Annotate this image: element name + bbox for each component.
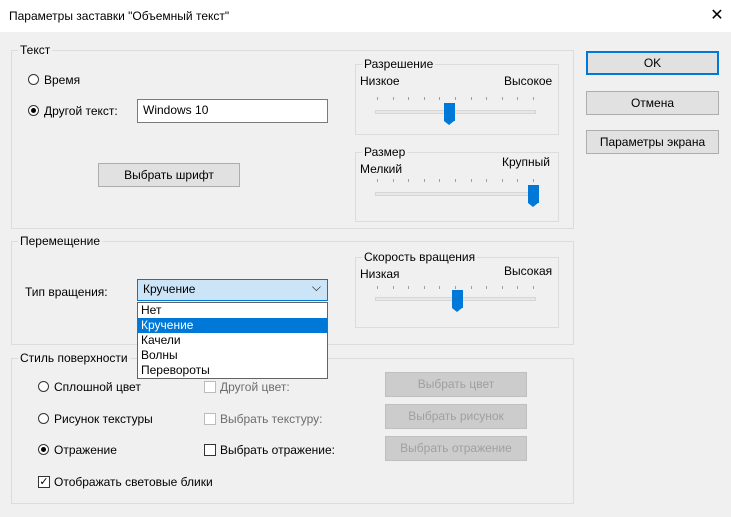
resolution-label: Разрешение — [362, 57, 436, 71]
radio-texture[interactable] — [38, 413, 49, 424]
radio-reflection-label: Отражение — [54, 443, 117, 457]
rotation-option[interactable]: Качели — [138, 333, 327, 348]
slider-tick — [377, 179, 378, 182]
resolution-ticks — [377, 97, 534, 101]
slider-tick — [408, 179, 409, 182]
speed-slider-thumb[interactable] — [452, 290, 463, 312]
slider-tick — [424, 286, 425, 289]
size-track — [375, 192, 536, 196]
choose-picture-button[interactable]: Выбрать рисунок — [385, 404, 527, 429]
slider-tick — [517, 286, 518, 289]
choose-reflection-label: Выбрать отражение: — [220, 443, 335, 457]
surface-group-label: Стиль поверхности — [18, 351, 130, 365]
rotation-option[interactable]: Перевороты — [138, 363, 327, 378]
radio-time[interactable] — [28, 74, 39, 85]
slider-tick — [393, 286, 394, 289]
choose-color-button[interactable]: Выбрать цвет — [385, 372, 527, 397]
resolution-track — [375, 110, 536, 114]
slider-tick — [533, 97, 534, 100]
choose-reflection-button[interactable]: Выбрать отражение — [385, 436, 527, 461]
slider-tick — [455, 179, 456, 182]
resolution-high-label: Высокое — [504, 74, 553, 88]
slider-tick — [471, 286, 472, 289]
slider-tick — [393, 179, 394, 182]
display-settings-button[interactable]: Параметры экрана — [586, 130, 719, 154]
highlights-checkbox[interactable]: ✓ — [38, 476, 50, 488]
other-text-field[interactable]: Windows 10 — [137, 99, 328, 123]
choose-texture-label: Выбрать текстуру: — [220, 412, 323, 426]
other-color-checkbox[interactable] — [204, 381, 216, 393]
slider-tick — [455, 97, 456, 100]
radio-reflection[interactable] — [38, 444, 49, 455]
choose-font-button[interactable]: Выбрать шрифт — [98, 163, 240, 187]
choose-texture-checkbox[interactable] — [204, 413, 216, 425]
slider-tick — [471, 97, 472, 100]
resolution-low-label: Низкое — [360, 74, 400, 88]
radio-other-text-label: Другой текст: — [44, 104, 118, 118]
choose-reflection-checkbox[interactable] — [204, 444, 216, 456]
slider-tick — [486, 179, 487, 182]
radio-texture-label: Рисунок текстуры — [54, 412, 153, 426]
size-slider-thumb[interactable] — [528, 185, 539, 207]
rotation-option[interactable]: Волны — [138, 348, 327, 363]
highlights-label: Отображать световые блики — [54, 475, 213, 489]
slider-tick — [517, 179, 518, 182]
slider-tick — [486, 97, 487, 100]
slider-tick — [408, 97, 409, 100]
rotation-options-list[interactable]: Нет Кручение Качели Волны Перевороты — [137, 302, 328, 379]
rotation-type-selected: Кручение — [143, 282, 196, 296]
slider-tick — [502, 97, 503, 100]
slider-tick — [533, 179, 534, 182]
ok-button[interactable]: OK — [586, 51, 719, 75]
rotation-type-dropdown[interactable]: Кручение ⌵ — [137, 279, 328, 301]
slider-tick — [377, 97, 378, 100]
rotation-option-selected[interactable]: Кручение — [138, 318, 327, 333]
other-color-label: Другой цвет: — [220, 380, 290, 394]
rotation-type-label: Тип вращения: — [25, 285, 108, 299]
slider-tick — [486, 286, 487, 289]
size-ticks — [377, 179, 534, 183]
resolution-slider-thumb[interactable] — [444, 103, 456, 125]
motion-group-label: Перемещение — [18, 234, 102, 248]
size-label: Размер — [362, 145, 408, 159]
slider-tick — [377, 286, 378, 289]
slider-tick — [439, 97, 440, 100]
size-large-label: Крупный — [502, 155, 550, 169]
slider-tick — [455, 286, 456, 289]
slider-tick — [471, 179, 472, 182]
slider-tick — [439, 286, 440, 289]
slider-tick — [424, 97, 425, 100]
radio-time-label: Время — [44, 73, 81, 87]
speed-label: Скорость вращения — [362, 250, 478, 264]
speed-high-label: Высокая — [504, 264, 553, 278]
slider-tick — [408, 286, 409, 289]
slider-tick — [517, 97, 518, 100]
slider-tick — [502, 179, 503, 182]
slider-tick — [533, 286, 534, 289]
radio-solid-color[interactable] — [38, 381, 49, 392]
slider-tick — [502, 286, 503, 289]
slider-tick — [424, 179, 425, 182]
close-icon[interactable]: ✕ — [706, 5, 728, 27]
speed-low-label: Низкая — [360, 267, 400, 281]
window-title: Параметры заставки "Объемный текст" — [9, 9, 230, 23]
radio-other-text[interactable] — [28, 105, 39, 116]
radio-solid-color-label: Сплошной цвет — [54, 380, 141, 394]
cancel-button[interactable]: Отмена — [586, 91, 719, 115]
size-small-label: Мелкий — [360, 162, 403, 176]
slider-tick — [439, 179, 440, 182]
rotation-option[interactable]: Нет — [138, 303, 327, 318]
chevron-down-icon: ⌵ — [311, 280, 321, 294]
text-group-label: Текст — [18, 43, 53, 57]
slider-tick — [393, 97, 394, 100]
